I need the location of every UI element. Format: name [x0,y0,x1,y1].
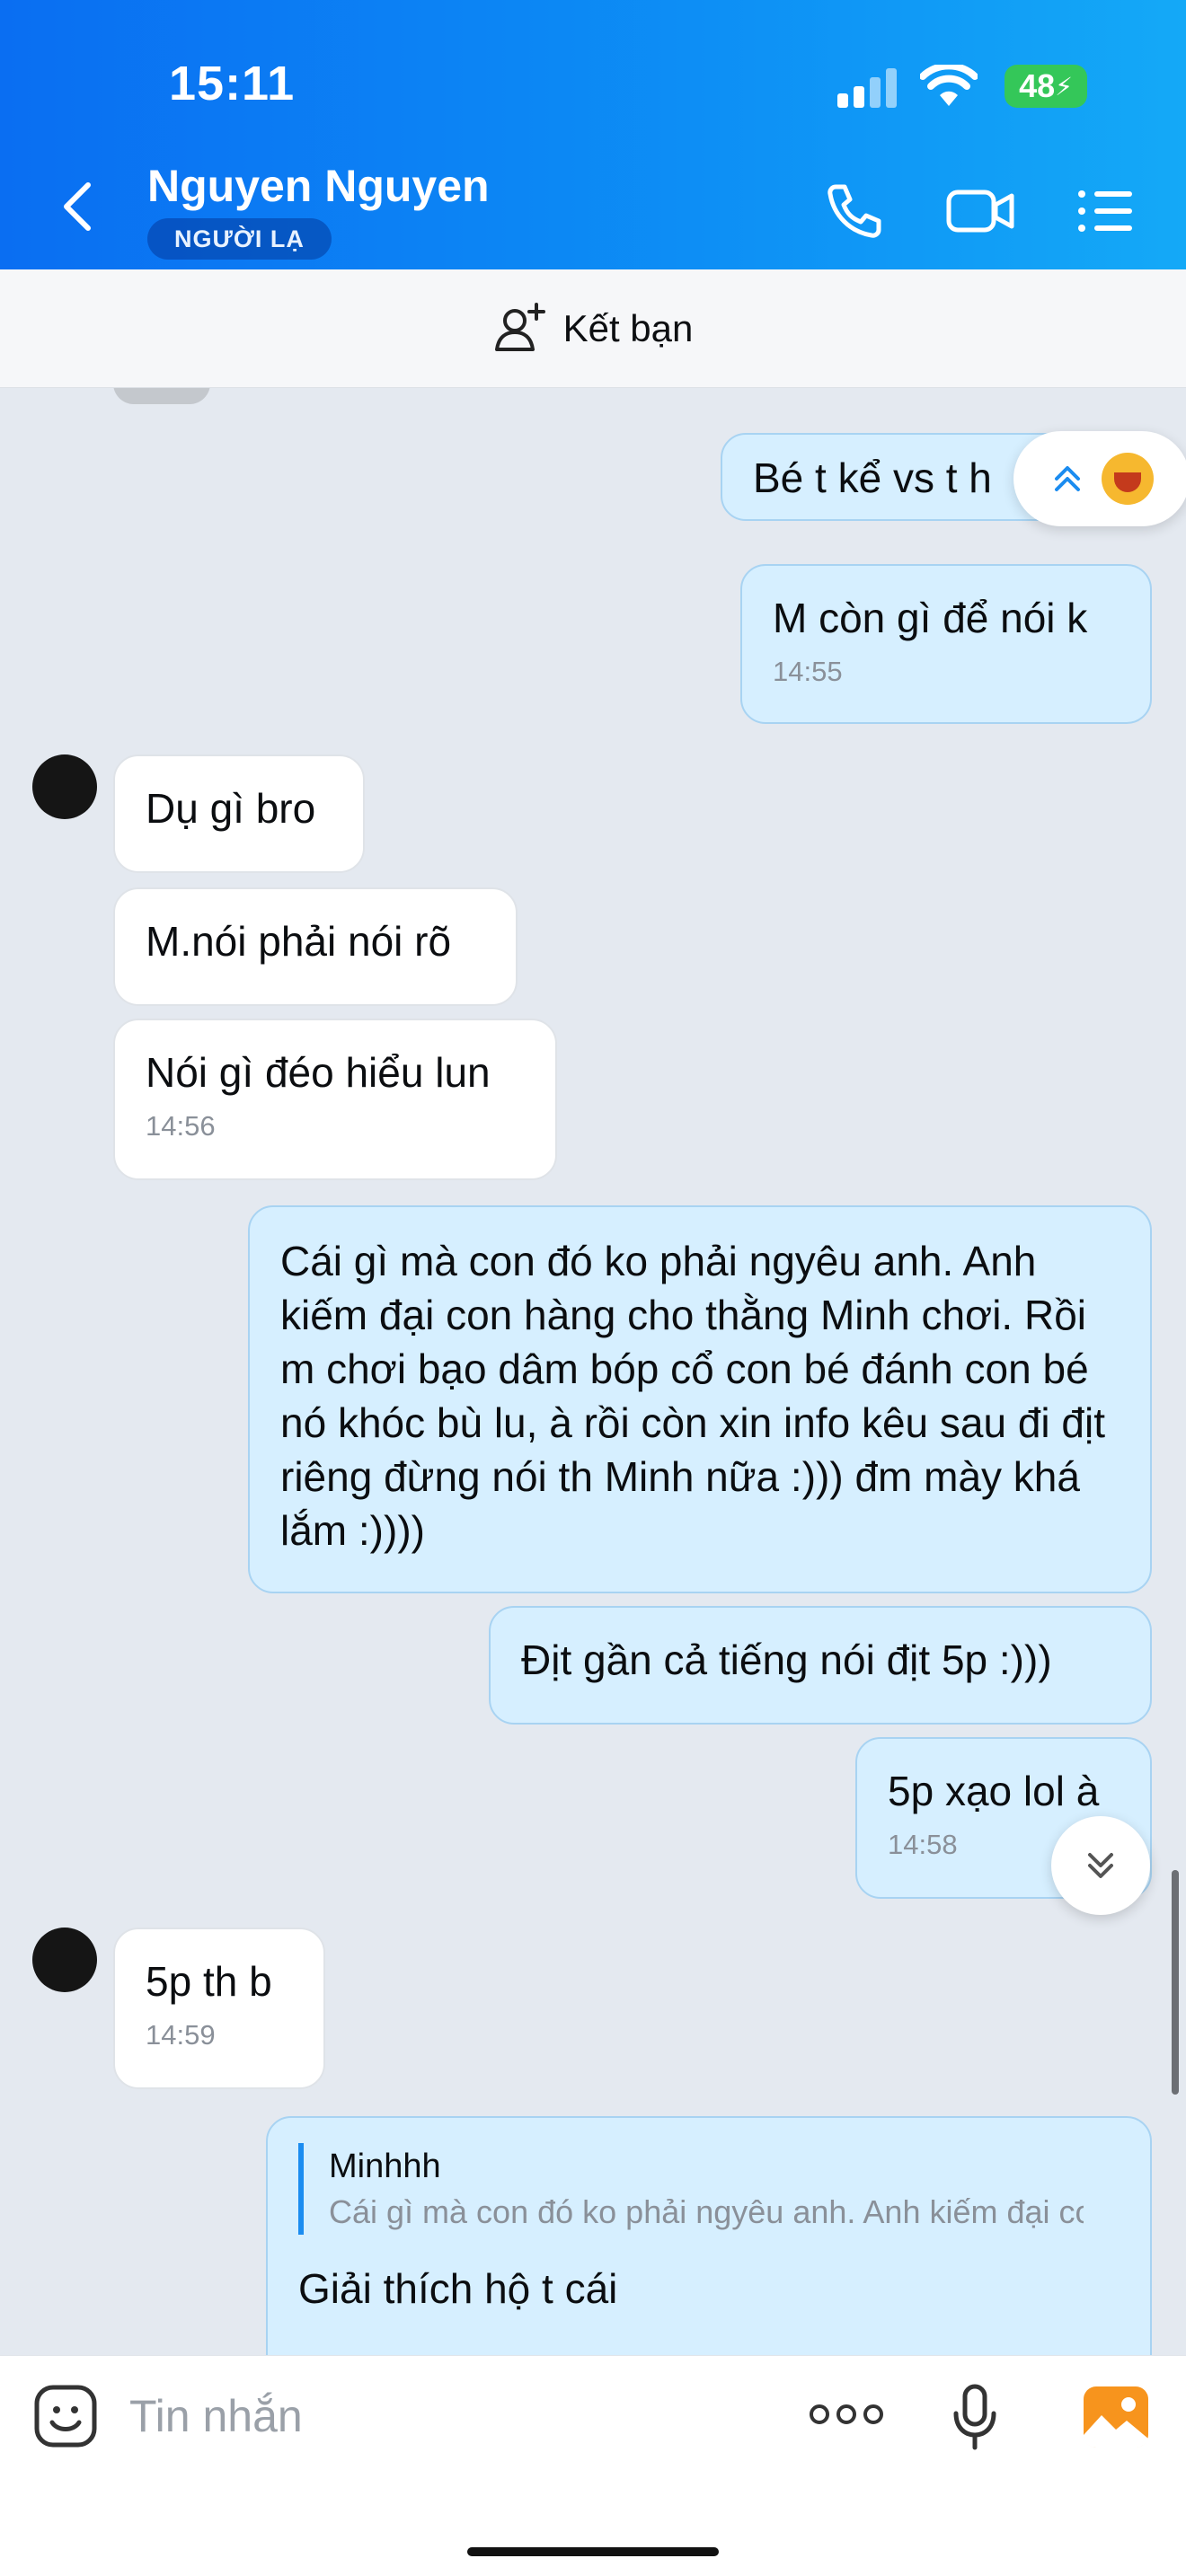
message-text: Giải thích hộ t cái [298,2265,618,2312]
message-bubble[interactable]: Cái gì mà con đó ko phải ngyêu anh. Anh … [248,1205,1152,1593]
add-friend-label: Kết bạn [562,306,694,349]
message-bubble[interactable]: Địt gần cả tiếng nói địt 5p :))) [489,1606,1152,1725]
double-chevron-down-icon [1088,1853,1113,1878]
contact-name[interactable]: Nguyen Nguyen [147,160,490,212]
signal-icon [837,68,897,108]
wifi-icon [920,65,978,106]
phone-call-icon[interactable] [823,180,886,243]
menu-list-icon[interactable] [1075,180,1137,243]
message-time: 14:59 [146,2019,216,2051]
message-bubble[interactable]: M còn gì để nói k 14:55 [740,564,1152,724]
more-options-icon[interactable] [809,2401,884,2428]
message-text: Cái gì mà con đó ko phải ngyêu anh. Anh … [280,1238,1106,1554]
laughing-emoji-icon [1102,453,1154,505]
stranger-badge: NGƯỜI LẠ [147,218,332,260]
message-time: 14:55 [773,656,843,687]
sticker-icon[interactable] [32,2383,99,2449]
message-text: 5p xạo lol à [888,1768,1100,1814]
scroll-to-bottom-button[interactable] [1051,1816,1150,1915]
message-bubble[interactable]: 5p th b 14:59 [113,1928,325,2089]
message-list[interactable]: Bé t kể vs t h M còn gì để nói k 14:55 D… [0,388,1186,2355]
avatar[interactable] [32,754,97,819]
chat-header: 15:11 48 ⚡ Nguyen Nguyen NGƯỜI LẠ [0,0,1186,269]
avatar[interactable] [32,1928,97,1992]
reply-message-bubble[interactable]: Minhhh Cái gì mà con đó ko phải ngyêu an… [266,2116,1152,2355]
image-gallery-icon[interactable] [1082,2383,1150,2451]
message-text: Địt gần cả tiếng nói địt 5p :))) [521,1636,1052,1683]
time-pill [113,388,210,404]
status-time: 15:11 [169,57,296,110]
quoted-message[interactable]: Minhhh Cái gì mà con đó ko phải ngyêu an… [298,2143,1120,2235]
add-friend-bar[interactable]: Kết bạn [0,269,1186,388]
message-text: M còn gì để nói k [773,595,1088,641]
message-time: 14:56 [146,1110,216,1142]
message-bubble[interactable]: M.nói phải nói rõ [113,887,518,1006]
quoted-text: Cái gì mà con đó ko phải ngyêu anh. Anh … [329,2193,1084,2230]
battery-level: 48 [1019,67,1056,104]
message-bubble[interactable]: Nói gì đéo hiểu lun 14:56 [113,1019,557,1180]
message-bubble[interactable]: Dụ gì bro [113,754,365,873]
message-input[interactable]: Tin nhắn [129,2390,303,2442]
scrollbar[interactable] [1172,1870,1179,2095]
message-text: Dụ gì bro [146,785,316,832]
add-friend-icon [494,302,545,351]
double-chevron-up-icon [1055,466,1080,491]
message-text: 5p th b [146,1958,272,2005]
battery-indicator: 48 ⚡ [1005,65,1087,108]
home-indicator [467,2547,719,2556]
message-text: M.nói phải nói rõ [146,918,452,965]
message-text: Bé t kể vs t h [753,454,992,501]
message-text: Nói gì đéo hiểu lun [146,1049,491,1096]
back-icon[interactable] [56,180,101,234]
reaction-pill[interactable] [1013,431,1186,526]
video-call-icon[interactable] [945,180,1017,243]
quoted-sender: Minhhh [329,2148,441,2185]
microphone-icon[interactable] [951,2383,999,2451]
message-composer: Tin nhắn [0,2355,1186,2576]
charging-icon: ⚡ [1055,72,1073,101]
